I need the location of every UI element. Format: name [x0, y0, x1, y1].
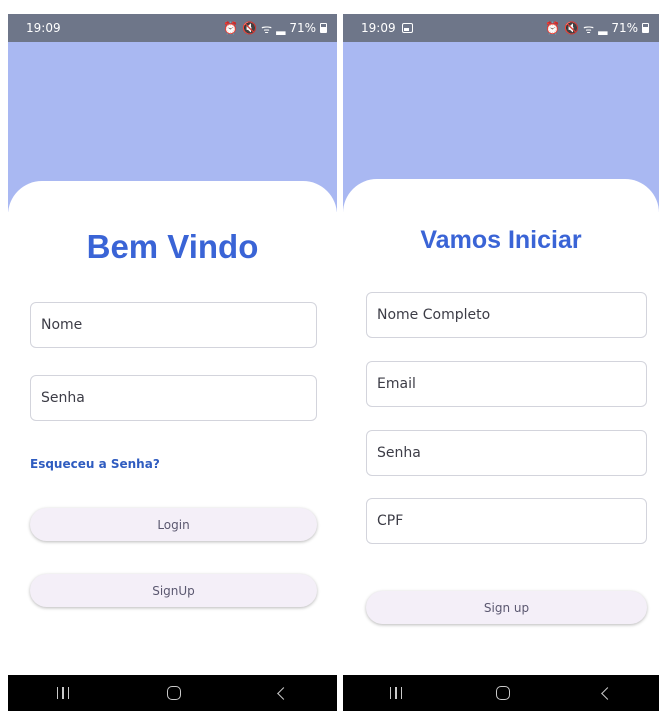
wifi-icon: ᯤ [261, 21, 273, 36]
gallery-icon [401, 23, 413, 33]
wifi-icon: ᯤ [583, 21, 595, 36]
password-field[interactable]: Senha [30, 375, 317, 421]
battery-percent: 71% [611, 21, 638, 35]
back-icon[interactable] [601, 686, 615, 700]
status-left: 19:09 [26, 21, 61, 35]
status-time: 19:09 [361, 21, 396, 35]
password-field-placeholder: Senha [377, 445, 421, 461]
password-field[interactable]: Senha [366, 430, 647, 476]
login-button[interactable]: Login [30, 508, 317, 541]
signup-button-label: Sign up [483, 600, 530, 615]
status-time: 19:09 [26, 21, 61, 35]
alarm-icon: ⏰ [223, 21, 239, 35]
home-icon[interactable] [495, 686, 510, 700]
navigation-bar [343, 675, 659, 711]
login-button-label: Login [157, 517, 190, 532]
signup-button-label: SignUp [152, 583, 195, 598]
forgot-password-link[interactable]: Esqueceu a Senha? [30, 457, 160, 471]
page-title: Bem Vindo [86, 228, 259, 265]
name-field[interactable]: Nome [30, 302, 317, 348]
alarm-icon: ⏰ [545, 21, 561, 35]
signup-button[interactable]: SignUp [30, 574, 317, 607]
mute-icon: 🔇 [564, 21, 580, 35]
full-name-field-placeholder: Nome Completo [377, 307, 491, 323]
cpf-field[interactable]: CPF [366, 498, 647, 544]
battery-icon [320, 23, 327, 33]
signal-icon: ▂ [276, 21, 286, 35]
page-title: Vamos Iniciar [420, 226, 582, 254]
status-right: ⏰ 🔇 ᯤ ▂ 71% [223, 20, 327, 37]
battery-percent: 71% [289, 21, 316, 35]
full-name-field[interactable]: Nome Completo [366, 292, 647, 338]
signup-button[interactable]: Sign up [366, 591, 647, 624]
back-icon[interactable] [277, 686, 290, 700]
recents-icon[interactable] [56, 687, 70, 699]
password-field-placeholder: Senha [41, 390, 85, 406]
status-left: 19:09 [361, 21, 413, 35]
recents-icon[interactable] [389, 687, 403, 699]
mute-icon: 🔇 [242, 21, 258, 35]
status-right: ⏰ 🔇 ᯤ ▂ 71% [545, 20, 649, 37]
status-bar: 19:09 ⏰ 🔇 ᯤ ▂ 71% [343, 14, 659, 42]
email-field[interactable]: Email [366, 361, 647, 407]
email-field-placeholder: Email [377, 376, 416, 392]
login-screen: 19:09 ⏰ 🔇 ᯤ ▂ 71% Bem Vindo Nome Senha E… [8, 0, 337, 711]
signup-screen: 19:09 ⏰ 🔇 ᯤ ▂ 71% Vamos Iniciar Nome Com… [343, 0, 659, 711]
navigation-bar [8, 675, 337, 711]
cpf-field-placeholder: CPF [377, 513, 404, 529]
name-field-placeholder: Nome [41, 317, 83, 333]
status-bar: 19:09 ⏰ 🔇 ᯤ ▂ 71% [8, 14, 337, 42]
signal-icon: ▂ [598, 21, 608, 35]
battery-icon [642, 23, 649, 33]
home-icon[interactable] [167, 686, 182, 700]
